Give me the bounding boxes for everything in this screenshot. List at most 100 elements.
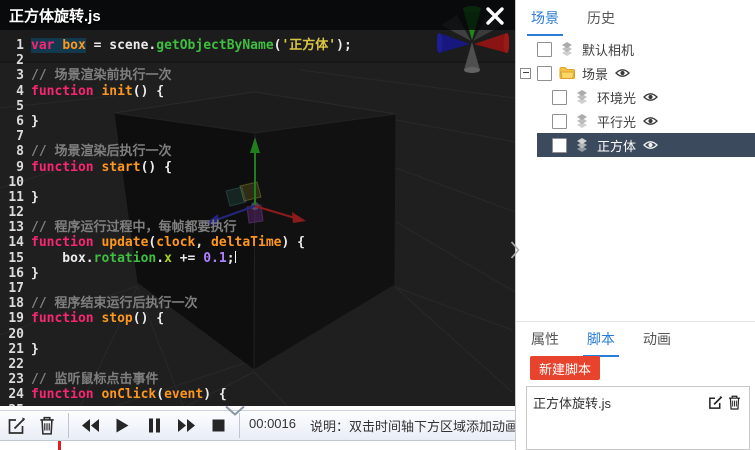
code-token: () { [133,84,164,99]
line-number: 21 [0,342,24,357]
line-number: 12 [0,205,24,220]
code-text[interactable]: // 程序结束运行后执行一次 [31,296,197,311]
tab-animation[interactable]: 动画 [639,329,675,357]
timeline-playhead[interactable] [58,441,61,450]
timeline-time: 00:0016 [249,416,296,435]
code-token: } [31,266,39,281]
code-token: () { [133,311,164,326]
code-line-22: 22 [0,357,515,372]
line-number: 11 [0,190,24,205]
line-number: 17 [0,281,24,296]
code-token: init [101,84,132,99]
code-pane[interactable]: 1 var box = scene.getObjectByName('正方体');… [0,30,515,406]
code-editor-overlay[interactable]: 正方体旋转.js 1 var box = scene.getObjectByNam… [0,0,515,406]
code-text[interactable]: // 程序运行过程中，每帧都要执行 [31,220,236,235]
pause-button[interactable] [142,414,166,438]
tree-item-label: 平行光 [597,112,636,131]
tab-scene[interactable]: 场景 [527,8,563,36]
close-editor-button[interactable] [484,5,506,27]
line-number: 1 [0,38,24,53]
tree-item-label: 环境光 [597,88,636,107]
code-text[interactable]: } [31,190,39,205]
checkbox-scene[interactable] [537,66,552,81]
visibility-eye-icon[interactable] [615,68,630,78]
checkbox-directional-light[interactable] [552,114,567,129]
checkbox-cube[interactable] [552,138,567,153]
edit-pencil-square-icon [7,416,27,435]
visibility-eye-icon[interactable] [643,116,658,126]
collapse-toggle-icon[interactable] [520,68,531,79]
code-token: getObjectByName [156,38,273,53]
tree-item-ambient-light[interactable]: 环境光 [516,85,755,109]
code-text[interactable]: } [31,114,39,129]
cube-icon [574,137,591,153]
light-icon [574,89,591,105]
panel-collapse-handle[interactable] [509,240,521,265]
delete-animation-button[interactable] [35,414,59,438]
side-panel: 场景 历史 默认相机场景环境光平行光正方体 属性 脚本 动画 新建脚本 正方体旋… [515,0,755,450]
code-text[interactable]: // 场景渲染前执行一次 [31,68,171,83]
code-line-16: 16} [0,266,515,281]
code-text[interactable]: } [31,266,39,281]
line-number: 8 [0,144,24,159]
play-icon [115,418,129,433]
editor-collapse-button[interactable] [222,404,248,423]
line-number: 7 [0,129,24,144]
tree-item-cube[interactable]: 正方体 [537,133,755,157]
code-text[interactable]: function init() { [31,84,164,99]
tree-item-directional-light[interactable]: 平行光 [516,109,755,133]
tab-history[interactable]: 历史 [583,8,619,36]
line-number: 6 [0,114,24,129]
code-token: , [195,235,211,250]
code-text[interactable]: box.rotation.x += 0.1; [31,251,236,266]
line-number: 23 [0,372,24,387]
edit-script-button[interactable] [708,395,723,410]
code-text[interactable]: function stop() { [31,311,164,326]
timeline-status: 00:0016 说明：双击时间轴下方区域添加动画。 [249,416,531,435]
code-token: function [31,84,94,99]
visibility-eye-icon[interactable] [643,140,658,150]
code-text[interactable]: // 场景渲染后执行一次 [31,144,171,159]
line-number: 2 [0,53,24,68]
editor-titlebar: 正方体旋转.js [0,0,515,30]
delete-script-button[interactable] [728,395,741,410]
new-script-button[interactable]: 新建脚本 [530,356,600,380]
tree-item-scene[interactable]: 场景 [516,61,755,85]
code-line-7: 7 [0,129,515,144]
code-token: = scene. [86,38,156,53]
tree-item-label: 默认相机 [582,40,634,59]
timeline-track[interactable] [0,441,515,450]
app-window: 正方体旋转.js 1 var box = scene.getObjectByNam… [0,0,755,450]
panel-divider [516,321,755,322]
rewind-button[interactable] [78,414,102,438]
code-line-11: 11} [0,190,515,205]
code-line-23: 23 // 监听鼠标点击事件 [0,372,515,387]
tree-item-default-camera[interactable]: 默认相机 [516,37,755,61]
code-line-3: 3// 场景渲染前执行一次 [0,68,515,83]
code-text[interactable]: } [31,342,39,357]
visibility-eye-icon[interactable] [643,92,658,102]
code-text[interactable]: function onClick(event) { [31,387,227,402]
code-token: '正方体' [281,38,336,53]
code-token: var [31,38,54,53]
checkbox-default-camera[interactable] [537,42,552,57]
code-line-9: 9function start() { [0,160,515,175]
fast-forward-button[interactable] [174,414,198,438]
light-icon [574,113,591,129]
script-list-item[interactable]: 正方体旋转.js [527,387,749,412]
tab-script[interactable]: 脚本 [583,329,619,357]
tab-properties[interactable]: 属性 [527,329,563,357]
code-text[interactable]: function update(clock, deltaTime) { [31,235,305,250]
folder-icon [559,65,576,81]
code-token: deltaTime [211,235,281,250]
play-button[interactable] [110,414,134,438]
code-text[interactable]: function start() { [31,160,172,175]
checkbox-ambient-light[interactable] [552,90,567,105]
timeline-hint: 说明：双击时间轴下方区域添加动画。 [310,416,531,435]
code-text[interactable]: var box = scene.getObjectByName('正方体'); [31,38,352,53]
line-number: 14 [0,235,24,250]
timeline-toolbar: 00:0016 说明：双击时间轴下方区域添加动画。 [0,410,515,441]
edit-animation-button[interactable] [5,414,29,438]
code-text[interactable]: // 监听鼠标点击事件 [31,372,158,387]
line-number: 19 [0,311,24,326]
